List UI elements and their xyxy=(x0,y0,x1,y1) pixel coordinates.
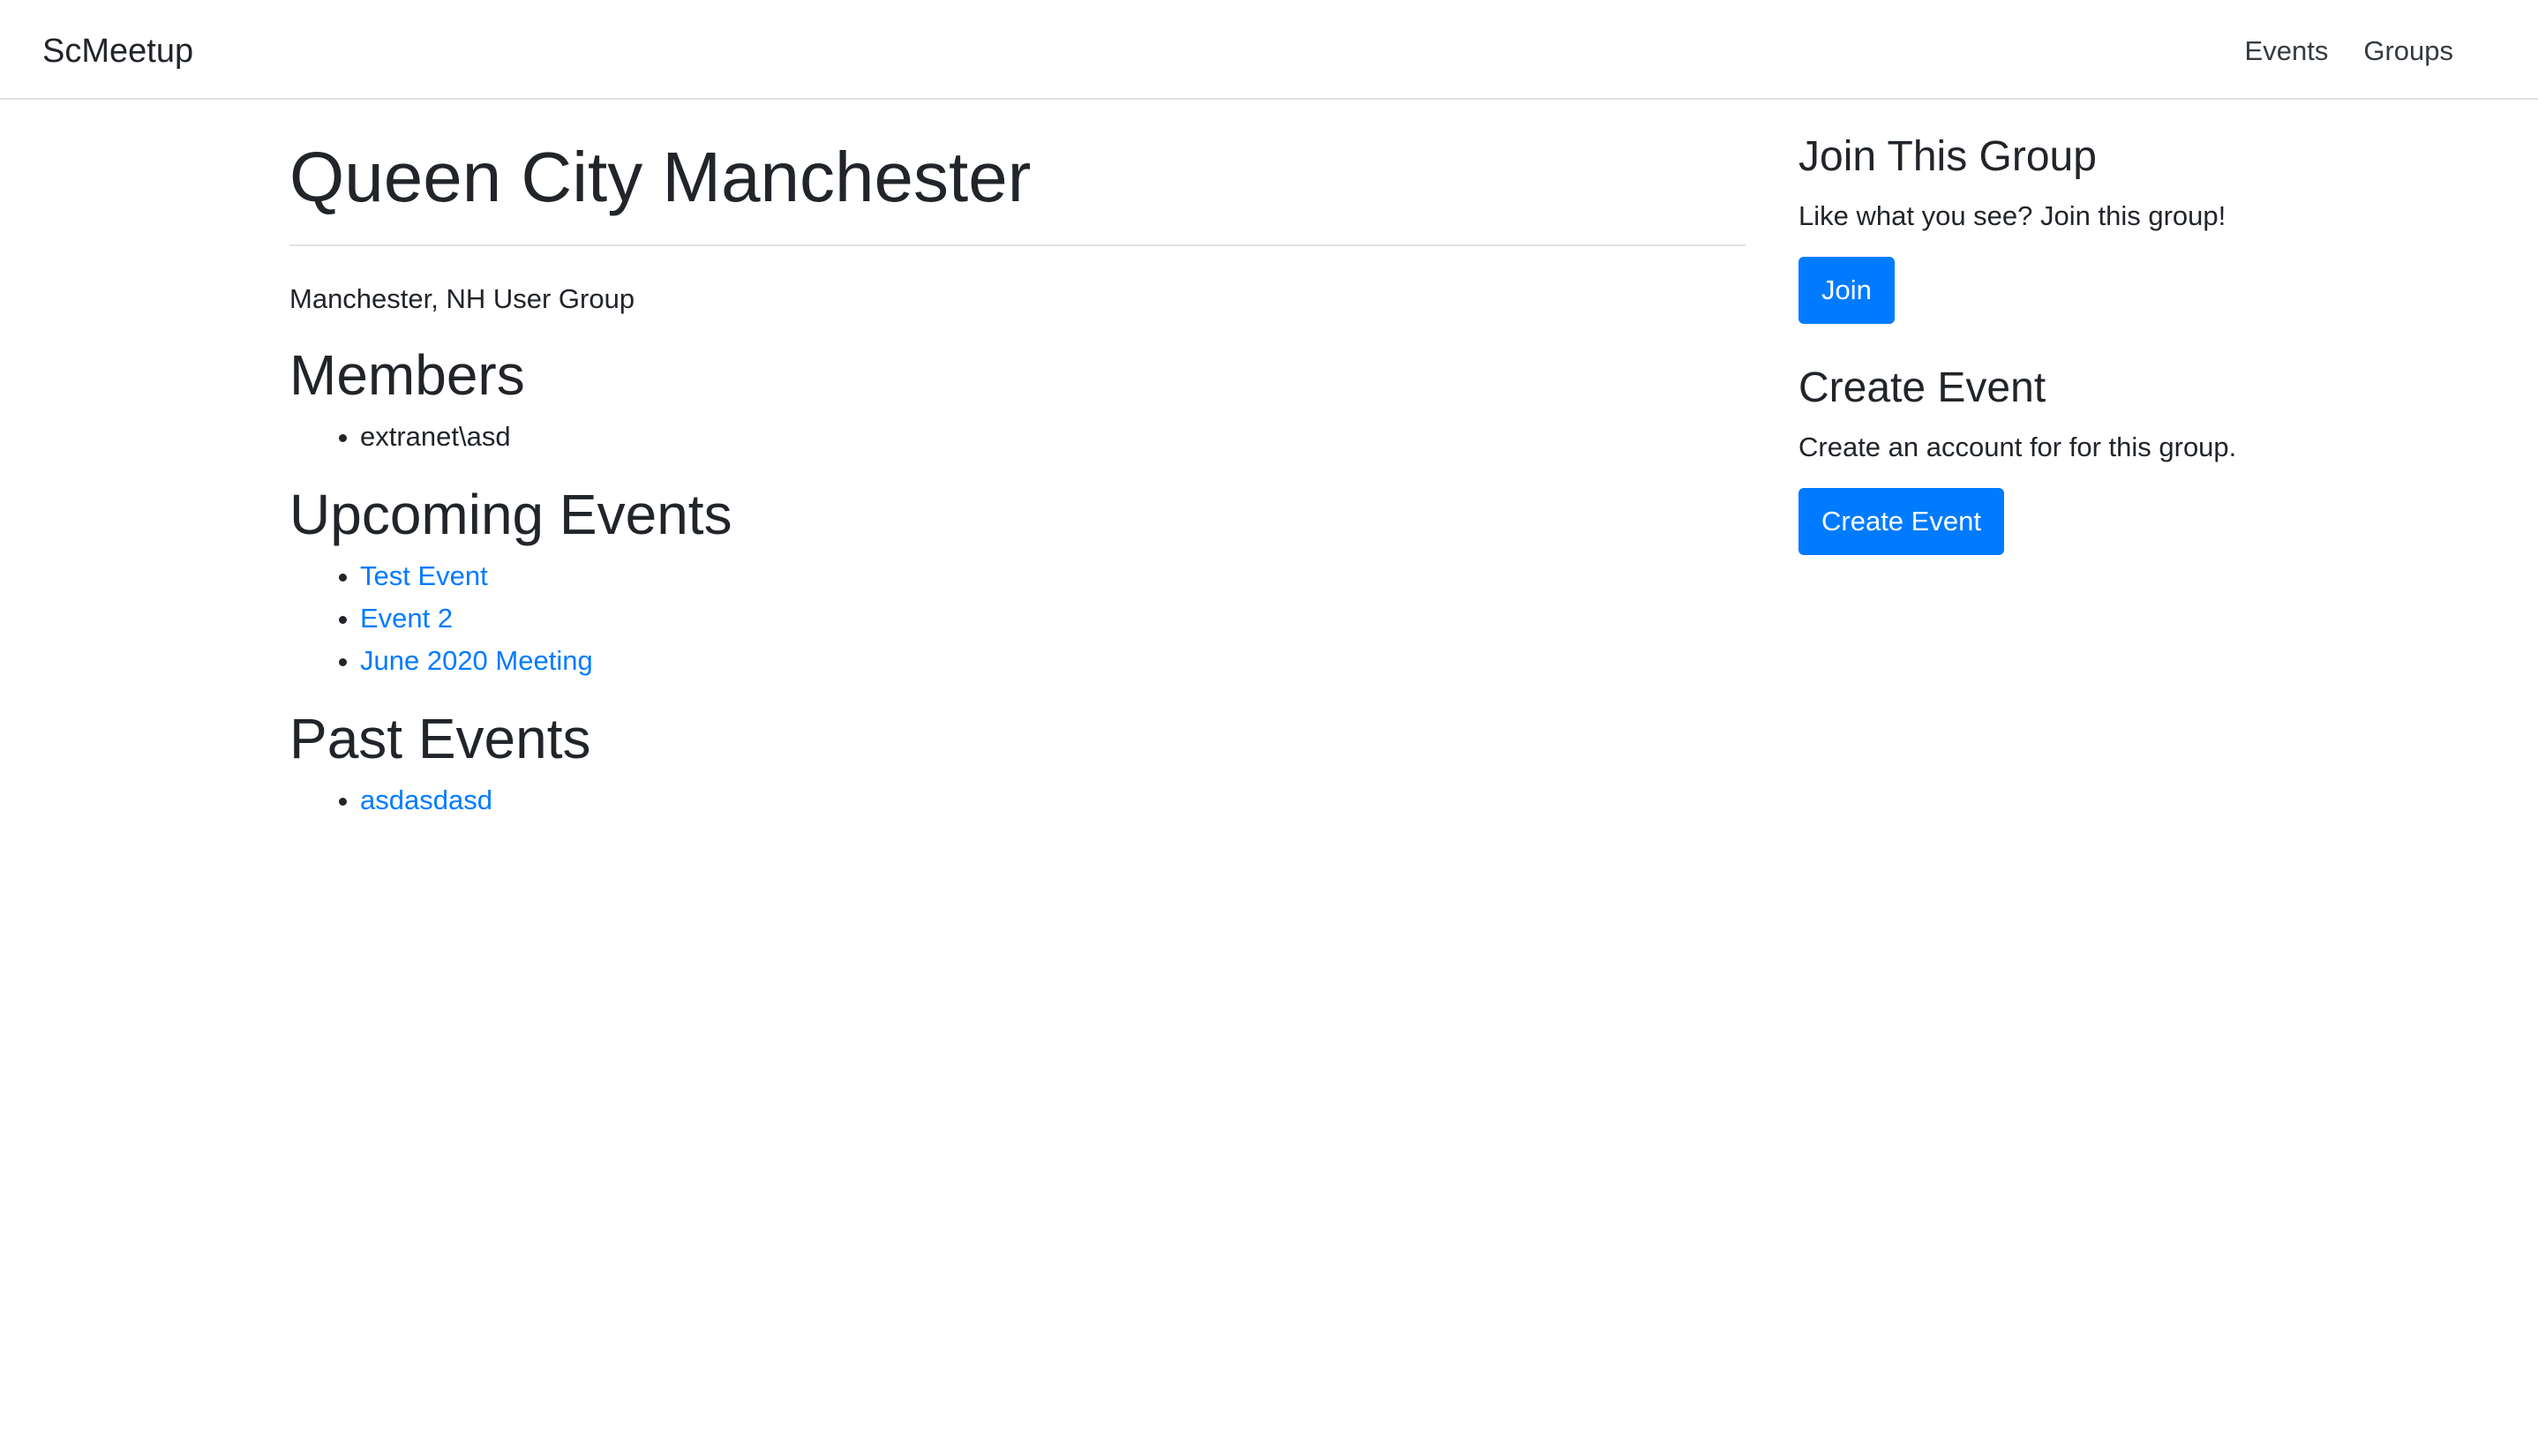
join-group-heading: Join This Group xyxy=(1798,133,2097,180)
upcoming-event-item: Event 2 xyxy=(360,597,1746,640)
upcoming-event-link[interactable]: Event 2 xyxy=(360,603,453,634)
members-heading: Members xyxy=(289,343,525,407)
upcoming-events-list: Test Event Event 2 June 2020 Meeting xyxy=(289,555,1746,682)
past-event-item: asdasdasd xyxy=(360,779,1746,822)
upcoming-event-link[interactable]: Test Event xyxy=(360,560,488,591)
past-events-list: asdasdasd xyxy=(289,779,1746,822)
nav-links: Events Groups xyxy=(2245,32,2453,71)
join-group-text: Like what you see? Join this group! xyxy=(1798,200,2226,231)
group-main-content: Queen City Manchester Manchester, NH Use… xyxy=(289,100,1746,822)
create-event-button[interactable]: Create Event xyxy=(1798,488,2004,555)
nav-link-events[interactable]: Events xyxy=(2245,32,2329,71)
create-event-text: Create an account for for this group. xyxy=(1798,432,2237,462)
members-list: extranet\asd xyxy=(289,416,1746,458)
page-title: Queen City Manchester xyxy=(289,135,1746,246)
upcoming-events-heading: Upcoming Events xyxy=(289,483,732,546)
sidebar: Join This Group Like what you see? Join … xyxy=(1798,100,2257,555)
upcoming-event-link[interactable]: June 2020 Meeting xyxy=(360,645,593,676)
nav-link-groups[interactable]: Groups xyxy=(2363,32,2453,71)
top-navbar: ScMeetup Events Groups xyxy=(0,0,2538,100)
join-button[interactable]: Join xyxy=(1798,257,1895,324)
upcoming-event-item: June 2020 Meeting xyxy=(360,640,1746,682)
past-events-heading: Past Events xyxy=(289,707,591,770)
member-item: extranet\asd xyxy=(360,416,1746,458)
create-event-heading: Create Event xyxy=(1798,364,2046,411)
group-description: Manchester, NH User Group xyxy=(289,283,635,314)
brand-link[interactable]: ScMeetup xyxy=(42,30,193,72)
past-event-link[interactable]: asdasdasd xyxy=(360,784,492,815)
upcoming-event-item: Test Event xyxy=(360,555,1746,597)
